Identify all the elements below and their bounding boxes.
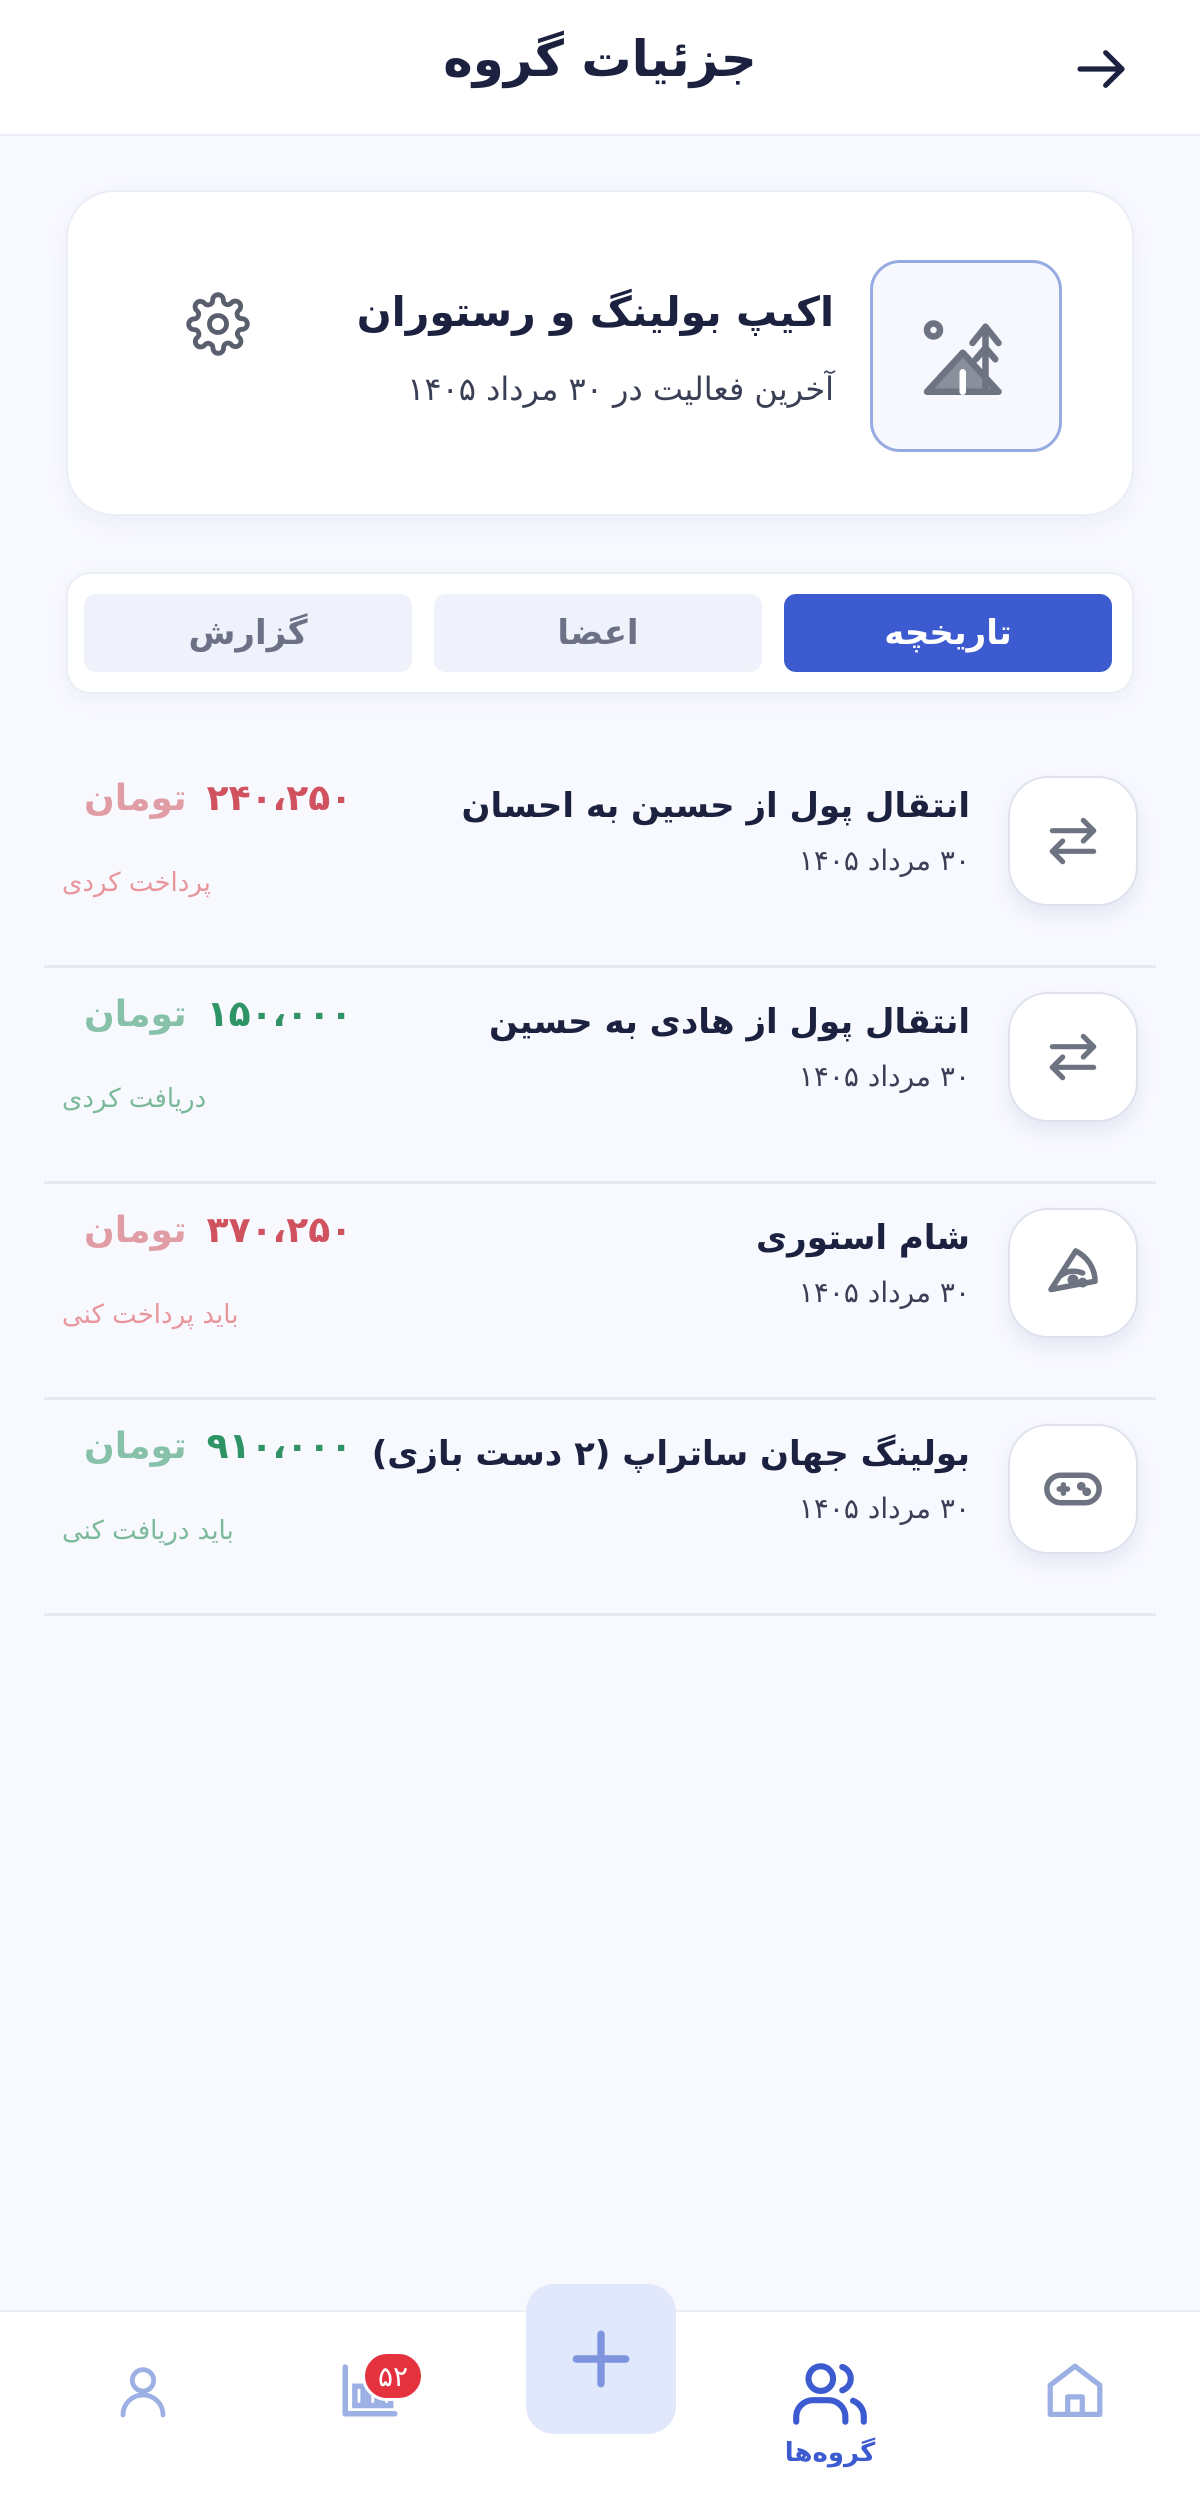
nav-home[interactable] — [1010, 2356, 1140, 2476]
transaction-status: پرداخت کردی — [62, 868, 211, 898]
currency-label: تومان — [84, 1210, 187, 1251]
group-info-card: اکیپ بولینگ و رستوران آخرین فعالیت در ۳۰… — [66, 190, 1134, 516]
transaction-status: باید پرداخت کنی — [62, 1300, 239, 1330]
gear-icon — [186, 292, 250, 356]
transaction-date: ۳۰ مرداد ۱۴۰۵ — [798, 1276, 970, 1309]
transaction-amount: تومان ۱۵۰،۰۰۰ — [84, 994, 352, 1035]
gamepad-icon — [1044, 1472, 1102, 1506]
amount-value: ۹۱۰،۰۰۰ — [206, 1426, 353, 1467]
transaction-status: باید دریافت کنی — [62, 1516, 234, 1546]
notification-badge: ۵۲ — [362, 2351, 424, 2401]
home-icon — [1047, 2363, 1103, 2417]
transaction-amount: تومان ۹۱۰،۰۰۰ — [84, 1426, 352, 1467]
transaction-date: ۳۰ مرداد ۱۴۰۵ — [798, 1060, 970, 1093]
tab-history[interactable]: تاریخچه — [784, 594, 1112, 672]
tab-members[interactable]: اعضا — [434, 594, 762, 672]
transaction-list: انتقال پول از حسین به احسان ۳۰ مرداد ۱۴۰… — [44, 752, 1156, 1616]
currency-label: تومان — [84, 1426, 187, 1467]
app-header: جزئیات گروه — [0, 0, 1200, 136]
users-icon — [793, 2363, 867, 2425]
amount-value: ۲۴۰،۲۵۰ — [206, 778, 353, 819]
transaction-row[interactable]: انتقال پول از هادی به حسین ۳۰ مرداد ۱۴۰۵… — [44, 968, 1156, 1184]
transaction-icon-button[interactable] — [1008, 776, 1138, 906]
transaction-row[interactable]: بولینگ جهان ساتراپ (۲ دست بازی) ۳۰ مرداد… — [44, 1400, 1156, 1616]
transaction-amount: تومان ۳۷۰،۲۵۰ — [84, 1210, 352, 1251]
transaction-date: ۳۰ مرداد ۱۴۰۵ — [798, 1492, 970, 1525]
group-avatar[interactable] — [870, 260, 1062, 452]
transaction-row[interactable]: انتقال پول از حسین به احسان ۳۰ مرداد ۱۴۰… — [44, 752, 1156, 968]
transaction-title: شام استوری — [756, 1218, 970, 1258]
group-settings-button[interactable] — [170, 276, 266, 372]
transaction-status: دریافت کردی — [62, 1084, 207, 1114]
amount-value: ۱۵۰،۰۰۰ — [206, 994, 353, 1035]
tab-report[interactable]: گزارش — [84, 594, 412, 672]
camping-tent-icon — [923, 320, 1002, 395]
transaction-row[interactable]: شام استوری ۳۰ مرداد ۱۴۰۵ تومان ۳۷۰،۲۵۰ ب… — [44, 1184, 1156, 1400]
transaction-date: ۳۰ مرداد ۱۴۰۵ — [798, 844, 970, 877]
nav-groups-label: گروه‌ها — [784, 2438, 876, 2468]
transaction-amount: تومان ۲۴۰،۲۵۰ — [84, 778, 352, 819]
plus-icon — [572, 2330, 630, 2388]
arrow-right-icon — [1077, 50, 1125, 88]
group-name: اکیپ بولینگ و رستوران — [356, 288, 834, 336]
transaction-icon-button[interactable] — [1008, 1208, 1138, 1338]
transaction-title: انتقال پول از حسین به احسان — [461, 786, 970, 826]
transfer-arrows-icon — [1049, 1033, 1097, 1081]
user-icon — [120, 2367, 166, 2418]
currency-label: تومان — [84, 994, 187, 1035]
pizza-slice-icon — [1048, 1248, 1098, 1293]
back-button[interactable] — [1066, 34, 1136, 104]
amount-value: ۳۷۰،۲۵۰ — [206, 1210, 353, 1251]
transaction-icon-button[interactable] — [1008, 1424, 1138, 1554]
page-title: جزئیات گروه — [443, 30, 757, 88]
group-last-activity: آخرین فعالیت در ۳۰ مرداد ۱۴۰۵ — [407, 370, 834, 408]
transaction-icon-button[interactable] — [1008, 992, 1138, 1122]
tab-bar: تاریخچه اعضا گزارش — [66, 572, 1134, 694]
transfer-arrows-icon — [1049, 817, 1097, 865]
transaction-title: بولینگ جهان ساتراپ (۲ دست بازی) — [371, 1434, 970, 1474]
transaction-title: انتقال پول از هادی به حسین — [489, 1002, 970, 1042]
nav-profile[interactable] — [78, 2356, 208, 2476]
add-expense-button[interactable] — [526, 2284, 676, 2434]
currency-label: تومان — [84, 778, 187, 819]
nav-groups[interactable]: گروه‌ها — [765, 2356, 895, 2476]
